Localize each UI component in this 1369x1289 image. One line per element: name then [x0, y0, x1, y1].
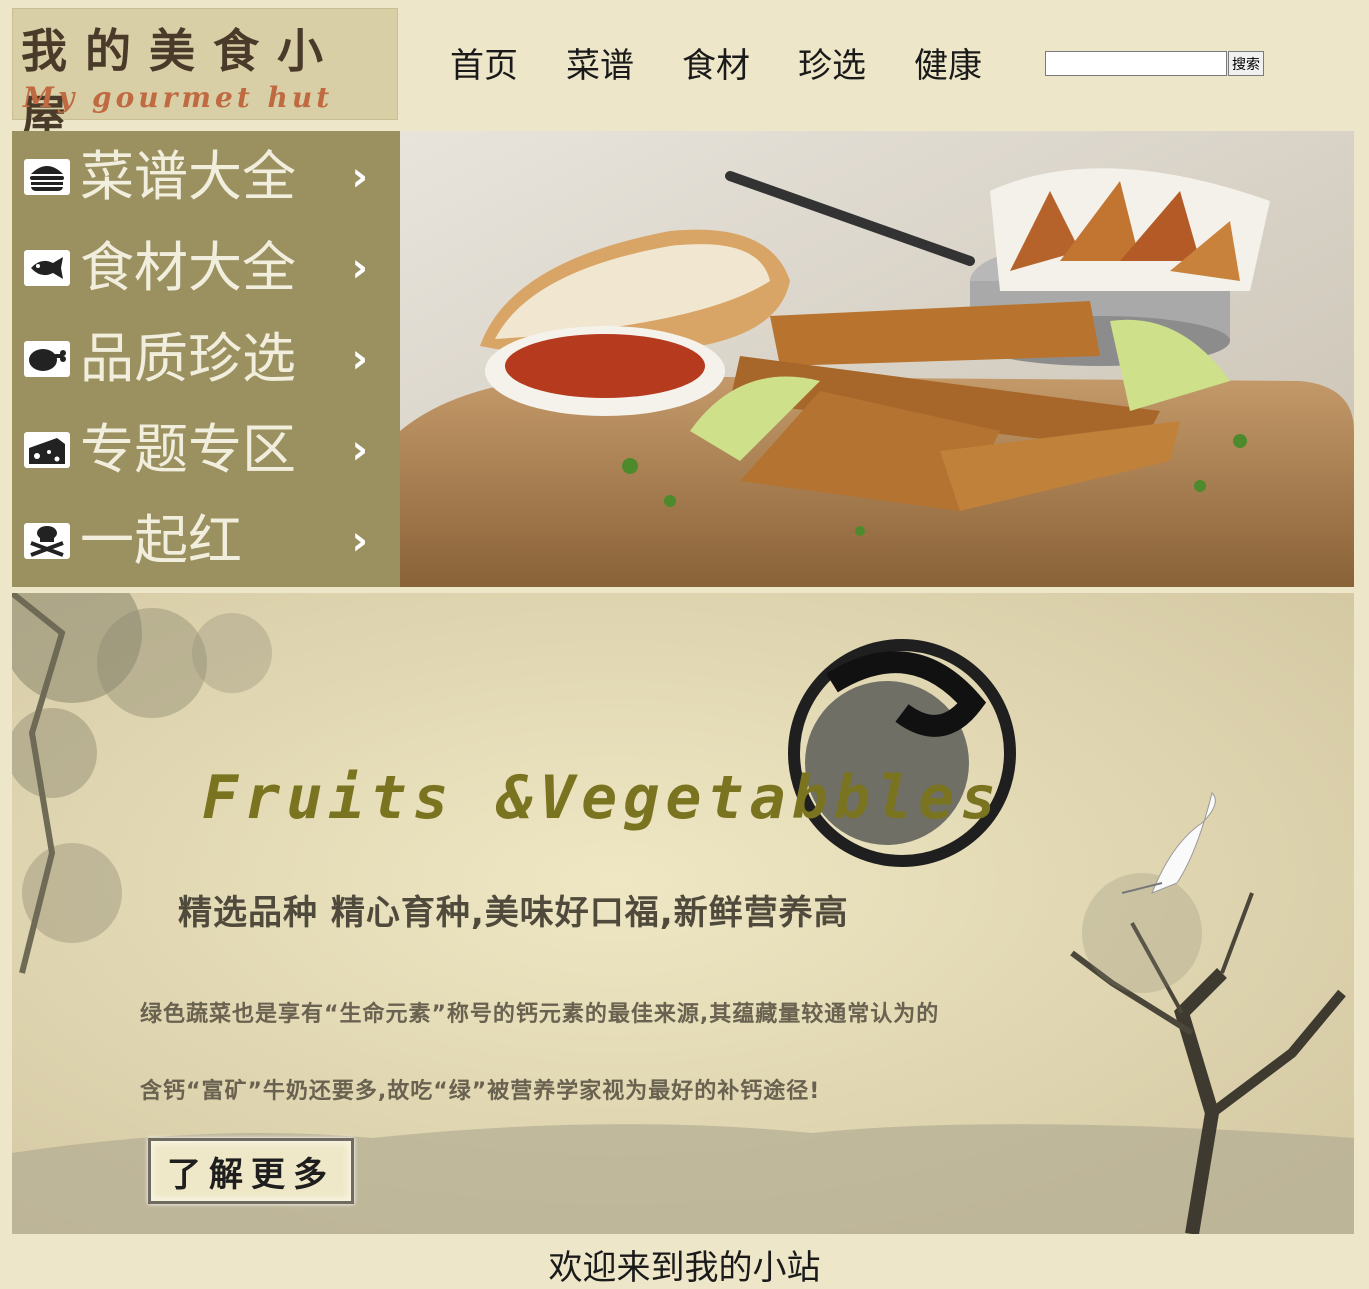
nav-health[interactable]: 健康 — [914, 44, 982, 88]
banner-body-line2: 含钙“富矿”牛奶还要多,故吃“绿”被营养学家视为最好的补钙途径! — [140, 1079, 821, 1104]
chef-icon — [24, 523, 70, 560]
category-sidebar: 菜谱大全 › 食材大全 › 品质珍选 › 专题专区 › 一起红 › — [12, 131, 400, 587]
sidebar-item-label: 品质珍选 — [80, 326, 296, 390]
banner-title: Fruits &Vegetabbles — [202, 763, 1003, 833]
search-button[interactable]: 搜索 — [1228, 51, 1264, 76]
fish-icon — [24, 249, 70, 286]
sidebar-item-recipes[interactable]: 菜谱大全 › — [12, 131, 400, 222]
sidebar-item-label: 菜谱大全 — [80, 144, 296, 208]
sidebar-item-selection[interactable]: 品质珍选 › — [12, 313, 400, 404]
chevron-right-icon: › — [351, 153, 368, 200]
cheese-icon — [24, 432, 70, 469]
fish-sticks-illustration — [400, 131, 1354, 587]
burger-icon — [24, 158, 70, 195]
chevron-right-icon: › — [351, 244, 368, 291]
sidebar-item-together[interactable]: 一起红 › — [12, 496, 400, 587]
sidebar-item-topics[interactable]: 专题专区 › — [12, 405, 400, 496]
nav-home[interactable]: 首页 — [450, 44, 518, 88]
banner-body-line1: 绿色蔬菜也是享有“生命元素”称号的钙元素的最佳来源,其蕴藏量较通常认为的 — [140, 1002, 940, 1027]
drumstick-icon — [24, 340, 70, 377]
top-navigation: 首页 菜谱 食材 珍选 健康 — [450, 44, 982, 88]
sidebar-item-label: 一起红 — [80, 509, 242, 573]
nav-recipes[interactable]: 菜谱 — [566, 44, 634, 88]
footer-welcome-text: 欢迎来到我的小站 — [548, 1248, 821, 1288]
logo-english-text: My gourmet hut — [23, 81, 334, 114]
nav-selection[interactable]: 珍选 — [798, 44, 866, 88]
chevron-right-icon: › — [351, 518, 368, 565]
sidebar-item-ingredients[interactable]: 食材大全 › — [12, 222, 400, 313]
nav-ingredients[interactable]: 食材 — [682, 44, 750, 88]
sidebar-item-label: 专题专区 — [80, 418, 296, 482]
chevron-right-icon: › — [351, 427, 368, 474]
banner-subtitle: 精选品种 精心育种,美味好口福,新鲜营养高 — [178, 893, 849, 933]
hero-food-image[interactable] — [400, 131, 1354, 587]
search-input[interactable] — [1045, 51, 1227, 76]
search-bar: 搜索 — [1045, 51, 1264, 76]
chevron-right-icon: › — [351, 335, 368, 382]
promo-banner[interactable]: Fruits &Vegetabbles 精选品种 精心育种,美味好口福,新鲜营养… — [12, 593, 1354, 1234]
site-logo[interactable]: 我的美食小屋 My gourmet hut — [12, 8, 398, 144]
sidebar-item-label: 食材大全 — [80, 235, 296, 299]
learn-more-button[interactable]: 了解更多 — [148, 1138, 354, 1204]
